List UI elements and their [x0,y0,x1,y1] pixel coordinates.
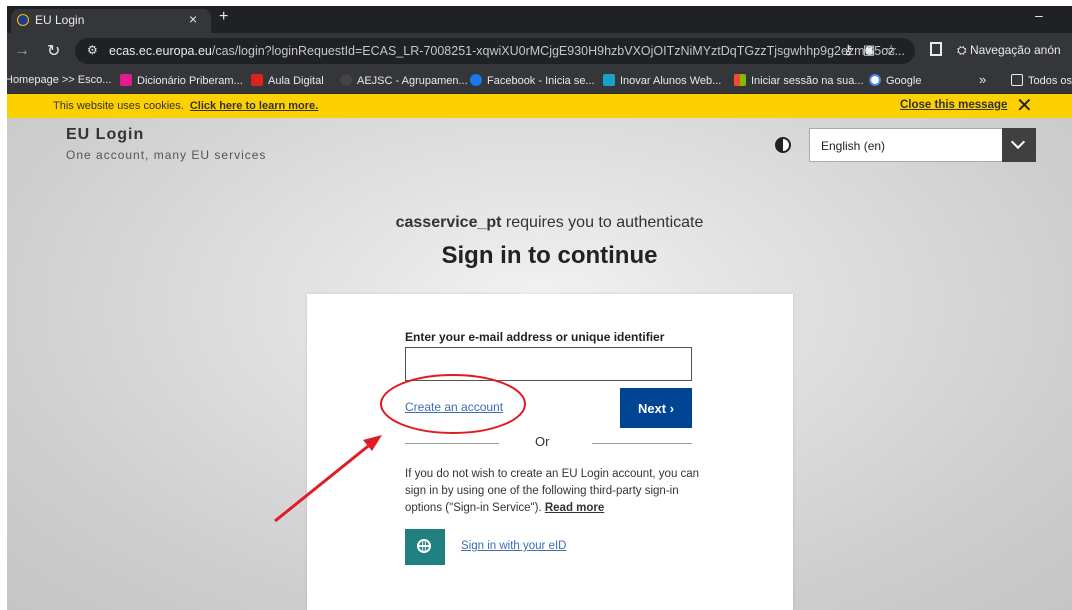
password-key-icon[interactable]: ⚷ [844,42,864,57]
login-card: Enter your e-mail address or unique iden… [307,294,793,610]
bookmark-label: Dicionário Priberam... [137,75,243,87]
tab-eu-login[interactable]: EU Login × [11,9,211,33]
bookmark-label: Iniciar sessão na sua... [751,75,864,87]
divider-right [592,443,692,444]
email-input[interactable] [405,347,692,381]
bookmark-label: AEJSC - Agrupamen... [357,75,468,87]
auth-message: casservice_pt requires you to authentica… [7,214,1072,232]
bookmark-aula-digital[interactable]: Aula Digital [251,74,324,87]
translate-icon[interactable]: ▣ [863,42,885,57]
omnibox-actions: ⚷▣☆ [844,42,907,58]
incognito-indicator[interactable]: ⛭ Navegação anón [957,43,1061,58]
cookie-message: This website uses cookies. Click here to … [53,100,318,112]
page-title: Sign in to continue [441,242,658,269]
language-value: English (en) [821,139,886,153]
address-bar[interactable]: ⚙ ecas.ec.europa.eu/cas/login?loginReque… [75,38,915,64]
divider-left [405,443,499,444]
contrast-toggle-icon[interactable] [775,137,791,153]
reload-icon[interactable]: ↻ [47,41,60,61]
next-button[interactable]: Next › [620,388,692,428]
cookie-close-link[interactable]: Close this message [900,99,1007,111]
url-path: /cas/login?loginRequestId=ECAS_LR-700825… [211,44,905,58]
tab-close-icon[interactable]: × [189,11,197,27]
incognito-icon: ⛭ [957,43,970,57]
read-more-link[interactable]: Read more [545,502,604,514]
bookmark-label: Facebook - Inicia se... [487,75,595,87]
minimize-icon[interactable]: – [1035,7,1043,23]
close-icon[interactable]: ✕ [1016,93,1033,118]
new-tab-icon[interactable]: + [219,8,228,26]
bookmark-facebook[interactable]: Facebook - Inicia se... [470,74,595,87]
google-icon [869,74,881,86]
browser-toolbar: → ↻ ⚙ ecas.ec.europa.eu/cas/login?loginR… [7,33,1072,69]
side-panel-icon[interactable] [930,42,942,56]
url-text[interactable]: ecas.ec.europa.eu/cas/login?loginRequest… [109,44,905,58]
bookmarks-bar: Homepage >> Esco... Dicionário Priberam.… [7,69,1072,94]
chevron-down-icon [1010,134,1026,150]
cookie-text: This website uses cookies. [53,100,184,112]
site-info-icon[interactable]: ⚙ [87,43,98,57]
bookmark-label: Todos os [1028,75,1072,87]
aula-digital-icon [251,74,263,86]
globe-icon [417,539,431,553]
cookie-banner: This website uses cookies. Click here to … [7,94,1072,118]
email-label: Enter your e-mail address or unique iden… [405,330,665,344]
bookmarks-overflow-icon[interactable]: » [979,72,986,87]
tab-bar: EU Login × + – [7,6,1072,33]
bookmark-label: Aula Digital [268,75,324,87]
browser-window: EU Login × + – → ↻ ⚙ ecas.ec.europa.eu/c… [7,6,1072,610]
auth-text: requires you to authenticate [501,214,704,231]
bookmark-google[interactable]: Google [869,74,921,87]
login-page: EU Login One account, many EU services E… [7,118,1072,610]
microsoft-icon [734,74,746,86]
bookmark-priberam[interactable]: Dicionário Priberam... [120,74,243,87]
bookmark-label: Google [886,75,922,87]
bookmark-all-folder[interactable]: Todos os [1011,74,1072,87]
language-dropdown-button[interactable] [1002,128,1036,162]
bookmark-microsoft[interactable]: Iniciar sessão na sua... [734,74,864,87]
brand-title: EU Login [66,126,145,143]
aejsc-icon [340,74,352,86]
folder-icon [1011,74,1023,86]
brand-tagline: One account, many EU services [66,148,267,162]
service-name: casservice_pt [395,214,502,231]
priberam-icon [120,74,132,86]
url-host: ecas.ec.europa.eu [109,44,212,58]
tab-title: EU Login [35,13,85,27]
bookmark-homepage[interactable]: Homepage >> Esco... [7,74,111,86]
bookmark-label: Inovar Alunos Web... [620,75,722,87]
eu-favicon-icon [17,14,29,26]
cookie-learn-more-link[interactable]: Click here to learn more. [190,100,318,112]
bookmark-label: Homepage >> Esco... [7,74,112,86]
eid-button[interactable] [405,529,445,565]
third-party-info: If you do not wish to create an EU Login… [405,466,705,517]
language-select[interactable]: English (en) [809,128,1036,162]
bookmark-inovar[interactable]: Inovar Alunos Web... [603,74,721,87]
inovar-icon [603,74,615,86]
bookmark-aejsc[interactable]: AEJSC - Agrupamen... [340,74,468,87]
forward-icon[interactable]: → [14,42,30,60]
facebook-icon [470,74,482,86]
or-separator: Or [535,434,550,449]
create-account-link[interactable]: Create an account [405,400,503,414]
incognito-label: Navegação anón [969,43,1061,57]
bookmark-star-icon[interactable]: ☆ [885,42,907,57]
sign-in-eid-link[interactable]: Sign in with your eID [461,540,566,552]
